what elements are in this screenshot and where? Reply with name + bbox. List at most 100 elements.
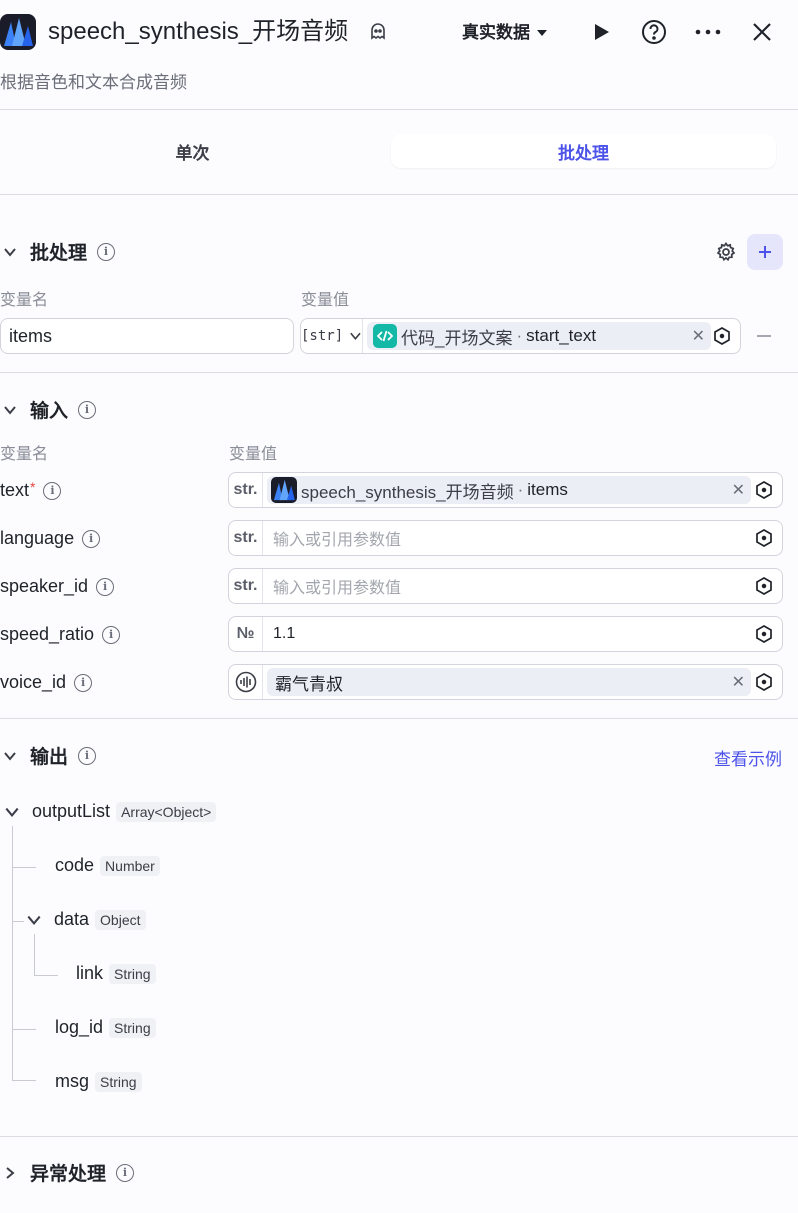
batch-var-name-input[interactable]: items — [0, 318, 294, 354]
variable-icon[interactable] — [754, 672, 774, 692]
placeholder: 输入或引用参数值 — [273, 532, 402, 549]
input-label-speaker-id: speaker_id i — [0, 576, 115, 597]
mode-tabs: 单次 批处理 — [0, 128, 790, 174]
clear-icon[interactable]: ✕ — [732, 480, 745, 500]
type-badge: String — [109, 1017, 156, 1038]
chevron-right-icon — [0, 1163, 20, 1183]
type-tag: str. — [229, 521, 263, 555]
node-name: link — [76, 963, 104, 983]
tree-line — [12, 921, 24, 922]
gear-icon[interactable] — [715, 241, 737, 263]
code-icon — [373, 324, 397, 348]
variable-icon[interactable] — [754, 480, 774, 500]
more-button[interactable] — [694, 18, 722, 46]
batch-col-name: 变量名 — [0, 292, 49, 309]
output-node-data[interactable]: data Object — [26, 909, 146, 930]
output-section-title: 输出 — [30, 747, 69, 768]
input-section-header[interactable]: 输入 i — [0, 396, 97, 423]
type-tag: str. — [229, 473, 263, 507]
info-icon[interactable]: i — [97, 242, 116, 261]
tree-line — [12, 1029, 36, 1030]
type-tag: № — [229, 617, 263, 651]
data-mode-dropdown[interactable]: 真实数据 — [462, 22, 548, 44]
reference-chip[interactable]: 代码_开场文案 · start_text ✕ — [367, 322, 711, 350]
add-batch-variable-button[interactable] — [747, 234, 783, 270]
run-button[interactable] — [587, 18, 615, 46]
tree-line — [34, 934, 35, 976]
tab-batch[interactable]: 批处理 — [391, 134, 776, 168]
batch-col-value: 变量值 — [301, 292, 350, 309]
variable-icon[interactable] — [754, 576, 774, 596]
output-node-code: code Number — [55, 855, 160, 876]
info-icon[interactable]: i — [74, 673, 93, 692]
ref-separator: · — [516, 326, 523, 345]
field-name: text — [0, 480, 30, 500]
chevron-down-icon — [27, 915, 41, 925]
type-tag: str. — [229, 569, 263, 603]
info-icon[interactable]: i — [82, 529, 101, 548]
divider — [0, 194, 798, 195]
info-icon[interactable]: i — [78, 400, 97, 419]
node-name: data — [54, 909, 90, 929]
input-label-text: text * i — [0, 479, 62, 501]
info-icon[interactable]: i — [96, 577, 115, 596]
type-badge: Array<Object> — [116, 801, 217, 822]
info-icon[interactable]: i — [116, 1163, 135, 1182]
play-icon — [595, 24, 609, 40]
input-label-speed-ratio: speed_ratio i — [0, 624, 121, 645]
field-name: voice_id — [0, 672, 67, 692]
input-voice-id-field[interactable]: 霸气青叔 ✕ — [228, 664, 783, 700]
voice-chip[interactable]: 霸气青叔 ✕ — [267, 668, 751, 696]
batch-var-value-field[interactable]: [str] 代码_开场文案 · start_text ✕ — [300, 318, 741, 354]
node-name: msg — [55, 1071, 90, 1091]
batch-section-title: 批处理 — [30, 243, 88, 264]
batch-var-name: items — [9, 325, 53, 346]
field-value: 1.1 — [273, 625, 296, 642]
field-name: language — [0, 528, 75, 548]
output-section-header[interactable]: 输出 i — [0, 742, 97, 769]
node-title: speech_synthesis_开场音频 — [48, 18, 349, 45]
variable-icon[interactable] — [754, 528, 774, 548]
input-col-value: 变量值 — [229, 446, 278, 463]
ref-field: start_text — [526, 326, 597, 345]
node-name: outputList — [32, 801, 111, 821]
help-button[interactable] — [640, 18, 668, 46]
voice-icon — [229, 665, 263, 699]
info-icon[interactable]: i — [78, 746, 97, 765]
variable-icon[interactable] — [754, 624, 774, 644]
tree-line — [12, 867, 36, 868]
output-node-outputList[interactable]: outputList Array<Object> — [4, 801, 217, 822]
type-selector[interactable]: [str] — [301, 319, 363, 353]
ref-source: speech_synthesis_开场音频 — [301, 482, 514, 502]
clear-icon[interactable]: ✕ — [732, 672, 745, 692]
input-language-field[interactable]: str. 输入或引用参数值 — [228, 520, 783, 556]
input-speed-ratio-field[interactable]: № 1.1 — [228, 616, 783, 652]
output-node-msg: msg String — [55, 1071, 142, 1092]
clear-icon[interactable]: ✕ — [692, 326, 705, 346]
input-speaker-id-field[interactable]: str. 输入或引用参数值 — [228, 568, 783, 604]
exception-section-header[interactable]: 异常处理 i — [0, 1159, 135, 1186]
node-name: code — [55, 855, 95, 875]
view-example-link[interactable]: 查看示例 — [714, 745, 782, 770]
chevron-down-icon — [5, 807, 19, 817]
output-node-log-id: log_id String — [55, 1017, 156, 1038]
chevron-down-icon — [350, 332, 361, 341]
remove-variable-icon[interactable] — [757, 335, 771, 337]
tab-single[interactable]: 单次 — [0, 128, 385, 174]
ref-field: items — [527, 480, 568, 499]
output-node-link: link String — [76, 963, 156, 984]
type-badge: String — [95, 1071, 142, 1092]
info-icon[interactable]: i — [43, 481, 62, 500]
variable-icon[interactable] — [712, 326, 732, 346]
batch-section-header[interactable]: 批处理 i — [0, 238, 116, 265]
input-label-language: language i — [0, 528, 101, 549]
info-icon[interactable]: i — [102, 625, 121, 644]
type-badge: String — [109, 963, 156, 984]
data-mode-label: 真实数据 — [462, 23, 530, 42]
reference-chip[interactable]: speech_synthesis_开场音频 · items ✕ — [267, 476, 751, 504]
close-button[interactable] — [748, 18, 776, 46]
type-badge: Number — [100, 855, 160, 876]
ghost-icon[interactable] — [368, 22, 388, 42]
input-text-field[interactable]: str. speech_synthesis_开场音频 · items ✕ — [228, 472, 783, 508]
input-col-name: 变量名 — [0, 446, 49, 463]
